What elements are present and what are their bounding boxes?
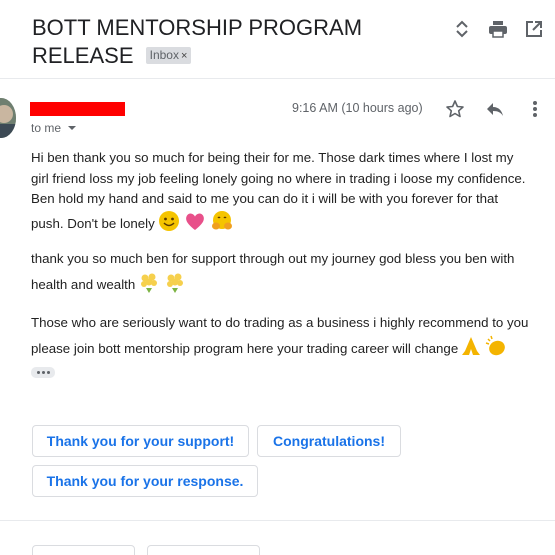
- message-actions: [444, 98, 546, 120]
- remove-label-icon[interactable]: ×: [181, 50, 187, 62]
- open-in-new-window-icon[interactable]: [523, 18, 545, 40]
- smiling-face-emoji: [157, 210, 181, 239]
- bouquet-emoji: [163, 270, 187, 301]
- message-timestamp: 9:16 AM (10 hours ago): [292, 101, 423, 115]
- sender-avatar[interactable]: [0, 98, 16, 138]
- expand-collapse-icon[interactable]: [451, 18, 473, 40]
- inbox-label-text: Inbox: [149, 47, 179, 62]
- smart-reply-2[interactable]: Congratulations!: [257, 425, 401, 457]
- folded-hands-emoji: [460, 335, 482, 364]
- email-subject: BOTT MENTORSHIP PROGRAM RELEASE Inbox ×: [32, 14, 452, 70]
- sender-name-redacted[interactable]: [30, 102, 125, 116]
- hugging-face-emoji: [209, 210, 235, 239]
- message-paragraph-1: Hi ben thank you so much for being their…: [31, 148, 531, 238]
- reply-icon[interactable]: [484, 98, 506, 120]
- pink-heart-emoji: [183, 210, 207, 239]
- chevron-down-icon: [68, 126, 77, 130]
- subject-bar: BOTT MENTORSHIP PROGRAM RELEASE Inbox ×: [0, 0, 555, 78]
- subject-divider: [0, 78, 555, 79]
- forward-button[interactable]: [147, 545, 260, 555]
- print-icon[interactable]: [487, 18, 509, 40]
- recipient-label: to me: [31, 121, 62, 135]
- bouquet-emoji: [137, 270, 161, 301]
- paragraph-2-text: thank you so much ben for support throug…: [31, 251, 515, 292]
- reply-button[interactable]: [32, 545, 135, 555]
- paragraph-1-text: Hi ben thank you so much for being their…: [31, 150, 526, 231]
- paragraph-3-text: Those who are seriously want to do tradi…: [31, 315, 529, 356]
- message-footer-divider: [0, 520, 555, 521]
- clapping-hands-emoji: [484, 334, 510, 365]
- recipient-details-toggle[interactable]: to me: [31, 121, 77, 135]
- subject-line-1: BOTT MENTORSHIP PROGRAM: [32, 15, 363, 40]
- thread-toolbar: [451, 18, 545, 40]
- more-vert-icon[interactable]: [524, 98, 546, 120]
- smart-reply-3[interactable]: Thank you for your response.: [32, 465, 258, 497]
- inbox-label-badge[interactable]: Inbox ×: [145, 46, 192, 64]
- message-paragraph-3: Those who are seriously want to do tradi…: [31, 313, 531, 364]
- show-trimmed-content-button[interactable]: [31, 367, 55, 378]
- message-paragraph-2: thank you so much ben for support throug…: [31, 249, 531, 300]
- star-icon[interactable]: [444, 98, 466, 120]
- subject-line-2: RELEASE: [32, 43, 134, 68]
- smart-reply-1[interactable]: Thank you for your support!: [32, 425, 249, 457]
